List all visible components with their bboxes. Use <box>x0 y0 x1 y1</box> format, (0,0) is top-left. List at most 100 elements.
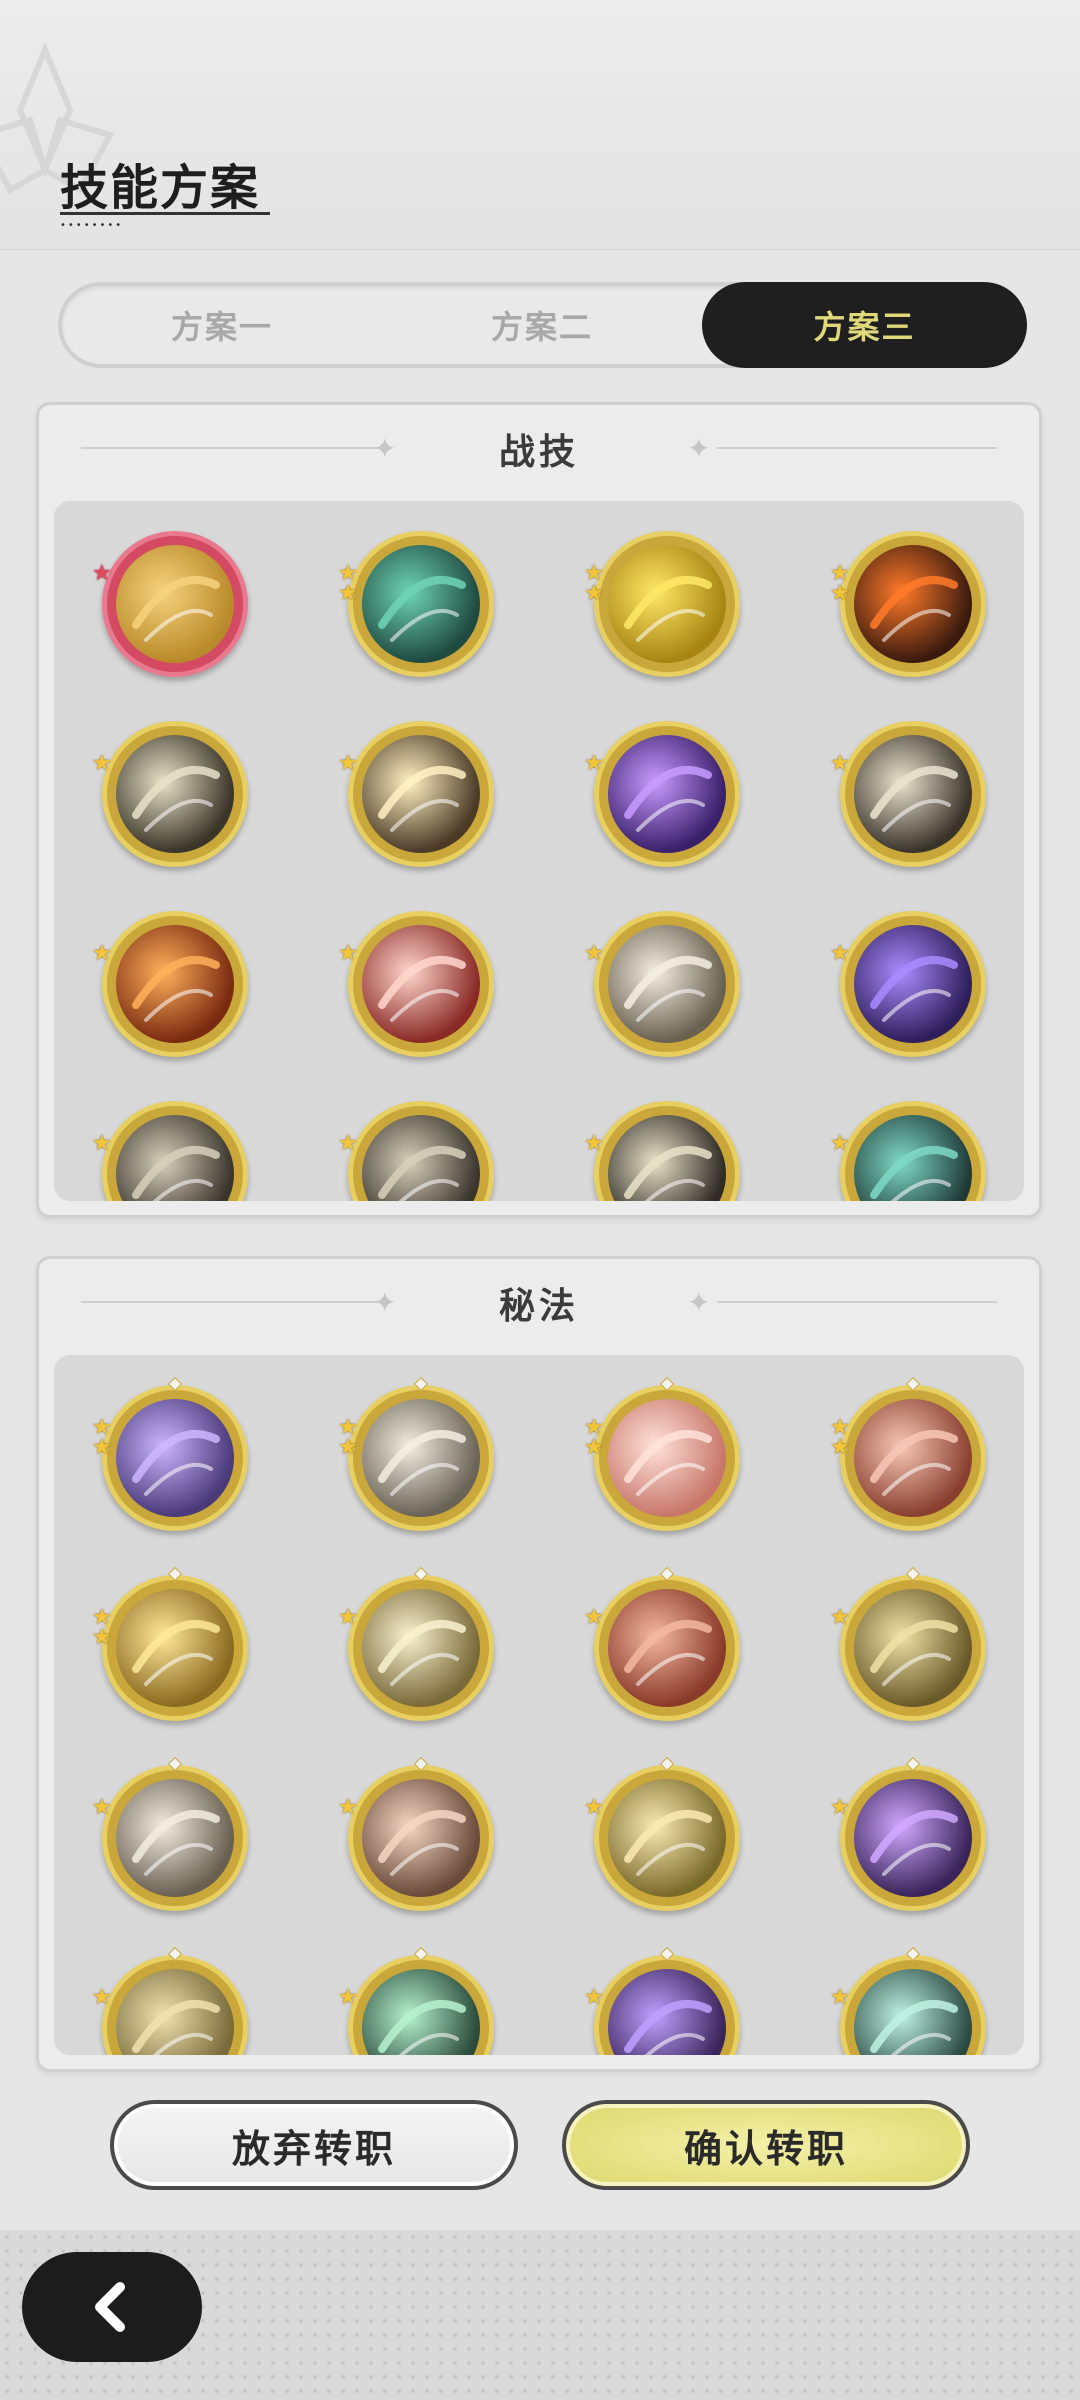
skill-frame <box>594 1955 740 2055</box>
abandon-class-change-button[interactable]: 放弃转职 <box>110 2100 518 2190</box>
star-icon: ★ <box>830 581 850 606</box>
purple-flame-icon <box>854 1779 972 1897</box>
skill-slot[interactable]: ★ <box>830 1101 990 1201</box>
section-title-arcane: 秘法 <box>498 1286 579 1327</box>
golden-guardians-icon <box>854 1589 972 1707</box>
star-icon: ★ <box>584 941 604 966</box>
star-icon: ★ <box>92 1985 112 2010</box>
skill-frame <box>348 531 494 677</box>
skill-slot[interactable]: ★ ★ <box>830 1376 990 1535</box>
skill-frame <box>840 911 986 1057</box>
star-icon: ★ <box>830 1131 850 1156</box>
title-dots-decoration: •••••••• <box>60 220 124 231</box>
back-button[interactable] <box>22 2252 202 2362</box>
skill-slot[interactable]: ★ <box>92 1756 252 1915</box>
skill-slot[interactable]: ★ ★ <box>830 531 990 681</box>
burst-explosion-icon <box>362 735 480 853</box>
star-icon: ★ <box>338 751 358 776</box>
skill-frame <box>348 1575 494 1721</box>
skill-slot[interactable]: ★ <box>338 1756 498 1915</box>
star-icon: ★ <box>92 941 112 966</box>
skill-frame <box>348 911 494 1057</box>
skill-frame <box>102 1575 248 1721</box>
star-icon: ★ <box>584 1985 604 2010</box>
shadow-orb-icon <box>608 1115 726 1201</box>
skill-slot[interactable]: ★ <box>584 911 744 1061</box>
skill-slot[interactable]: ★ <box>338 1566 498 1725</box>
charging-beast-icon <box>608 925 726 1043</box>
skill-slot[interactable]: ★ ★ <box>338 1376 498 1535</box>
tab-plan-3[interactable]: 方案三 <box>702 282 1027 368</box>
star-icon: ★ <box>584 581 604 606</box>
skill-slot[interactable]: ★ <box>92 1946 252 2055</box>
skill-frame <box>840 1385 986 1531</box>
skill-slot[interactable]: ★ <box>338 911 498 1061</box>
star-icon: ★ <box>338 941 358 966</box>
star-icon: ★ <box>830 1435 850 1460</box>
skill-frame <box>594 1385 740 1531</box>
skill-frame <box>840 1575 986 1721</box>
skill-slot[interactable]: ★ ★ <box>584 531 744 681</box>
silver-sword-icon <box>362 1399 480 1517</box>
heart-shield-icon <box>362 1779 480 1897</box>
skill-frame <box>102 1765 248 1911</box>
skill-slot[interactable]: ★ ★ <box>584 1376 744 1535</box>
skill-slot[interactable]: ★ <box>92 911 252 1061</box>
skill-frame <box>102 1101 248 1201</box>
star-icon: ★ <box>584 1795 604 1820</box>
combat-skill-grid[interactable]: ★ ★ ★ ★ ★ ★ ★ ★ ★ ★ ★ ★ ★ ★ ★ ★ ★ ★ ★ <box>54 501 1024 1201</box>
skill-slot[interactable]: ★ <box>584 1566 744 1725</box>
skill-frame <box>840 1101 986 1201</box>
plan-tabs: 方案一 方案二 方案三 <box>58 282 1027 368</box>
skill-slot[interactable]: ★ <box>92 531 252 681</box>
skill-slot[interactable]: ★ <box>92 1101 252 1201</box>
skill-slot[interactable]: ★ <box>830 1566 990 1725</box>
star-icon: ★ <box>92 1795 112 1820</box>
purple-heart-star-icon <box>608 735 726 853</box>
skill-slot[interactable]: ★ ★ <box>92 1566 252 1725</box>
arcane-skill-grid[interactable]: ★ ★ ★ ★ ★ ★ ★ ★ ★ ★ ★ ★ ★ ★ ★ ★ ★ ★ ★ ★ ★ <box>54 1355 1024 2055</box>
skill-slot[interactable]: ★ <box>338 721 498 871</box>
sparkle-icon: ✦ <box>687 432 711 465</box>
skill-slot[interactable]: ★ <box>584 721 744 871</box>
confirm-class-change-button[interactable]: 确认转职 <box>562 2100 970 2190</box>
skill-frame <box>102 531 248 677</box>
skill-frame <box>348 721 494 867</box>
skill-slot[interactable]: ★ <box>338 1946 498 2055</box>
wind-slash-icon <box>116 735 234 853</box>
green-heal-icon <box>362 1969 480 2055</box>
skill-slot[interactable]: ★ <box>830 1946 990 2055</box>
skill-slot[interactable]: ★ <box>92 721 252 871</box>
dark-hand-icon <box>116 1115 234 1201</box>
skill-slot[interactable]: ★ <box>338 1101 498 1201</box>
star-icon: ★ <box>92 1435 112 1460</box>
star-icon: ★ <box>830 1605 850 1630</box>
combat-skills-panel: ✦ 战技 ✦ ★ ★ ★ ★ ★ ★ ★ ★ ★ ★ ★ ★ ★ ★ ★ ★ ★ ★ ★ <box>36 402 1042 1218</box>
skill-slot[interactable]: ★ <box>830 911 990 1061</box>
crescent-moon-icon <box>362 1115 480 1201</box>
skill-frame <box>348 1955 494 2055</box>
skill-frame <box>102 1955 248 2055</box>
green-web-icon <box>854 1115 972 1201</box>
pink-sword-plus-icon <box>608 1399 726 1517</box>
arcane-skills-panel: ✦ 秘法 ✦ ★ ★ ★ ★ ★ ★ ★ ★ ★ ★ ★ ★ ★ ★ ★ ★ ★ ★ ★ ★ ★ <box>36 1256 1042 2072</box>
skill-slot[interactable]: ★ ★ <box>338 531 498 681</box>
tab-plan-2[interactable]: 方案二 <box>382 286 702 364</box>
star-icon: ★ <box>584 1131 604 1156</box>
tab-plan-1[interactable]: 方案一 <box>62 286 382 364</box>
skill-slot[interactable]: ★ <box>830 1756 990 1915</box>
star-icon: ★ <box>338 1131 358 1156</box>
skill-slot[interactable]: ★ ★ <box>92 1376 252 1535</box>
header: 技能方案 •••••••• <box>0 0 1080 250</box>
skill-frame <box>348 1385 494 1531</box>
fire-slash-icon <box>854 545 972 663</box>
skill-slot[interactable]: ★ <box>830 721 990 871</box>
skill-frame <box>594 1575 740 1721</box>
skill-slot[interactable]: ★ <box>584 1101 744 1201</box>
skill-slot[interactable]: ★ <box>584 1946 744 2055</box>
star-icon: ★ <box>338 1795 358 1820</box>
purple-orb-plus-icon <box>116 1399 234 1517</box>
crimson-beast-icon <box>608 1589 726 1707</box>
spike-claw-icon <box>854 735 972 853</box>
skill-slot[interactable]: ★ <box>584 1756 744 1915</box>
